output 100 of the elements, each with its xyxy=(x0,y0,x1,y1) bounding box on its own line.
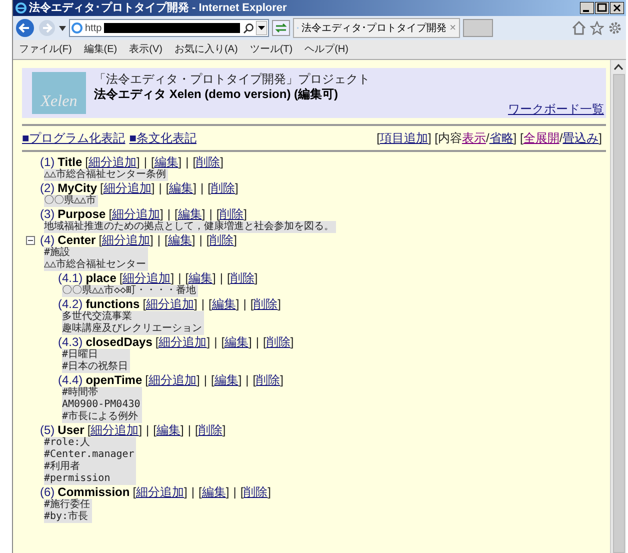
action-link[interactable]: 編集 xyxy=(154,155,178,169)
scroll-up-icon[interactable] xyxy=(614,64,623,70)
bracket-text: [ xyxy=(210,373,214,387)
bracket-text: [ xyxy=(198,485,202,499)
action-link[interactable]: 細分追加 xyxy=(158,335,207,349)
content-line: △△市総合福祉センター条例 xyxy=(44,169,166,181)
action-link[interactable]: 細分追加 xyxy=(112,207,160,221)
bracket-text: ] xyxy=(184,485,188,499)
dropdown-icon[interactable] xyxy=(59,26,66,30)
bracket-text: [ xyxy=(150,155,154,169)
item-number: (4.3) xyxy=(58,335,83,349)
toolbar-text: ] [ xyxy=(513,130,524,147)
toolbar-text: / xyxy=(486,130,490,147)
collapse-toggle-icon[interactable] xyxy=(26,236,35,244)
bracket-text: ] xyxy=(226,485,230,499)
action-link[interactable]: 削除 xyxy=(196,155,220,169)
action-link[interactable]: 編集 xyxy=(178,207,202,221)
action-link[interactable]: 細分追加 xyxy=(88,155,136,169)
separator-text: | xyxy=(209,207,212,221)
action-link[interactable]: 編集 xyxy=(188,271,213,285)
separator-text: | xyxy=(167,207,170,221)
action-link[interactable]: 削除 xyxy=(210,181,235,195)
menu-item[interactable]: ツール(T) xyxy=(250,42,293,57)
toolbar-link[interactable]: 項目追加 xyxy=(380,129,428,147)
dropdown-icon[interactable] xyxy=(256,21,267,35)
action-link[interactable]: 編集 xyxy=(168,233,192,247)
action-link[interactable]: 編集 xyxy=(214,373,238,387)
toolbar-text: ] [内容 xyxy=(428,130,462,147)
home-icon[interactable] xyxy=(572,21,586,35)
action-link[interactable]: 削除 xyxy=(230,271,254,285)
action-link[interactable]: 削除 xyxy=(198,423,222,437)
bracket-text: ] xyxy=(206,335,210,349)
action-link[interactable]: 削除 xyxy=(254,297,278,311)
browser-tab[interactable]: 法令エディタ･プロトタイプ開発 × xyxy=(293,18,460,38)
toolbar-link[interactable]: 表示 xyxy=(462,129,486,147)
view-link[interactable]: ■条文化表記 xyxy=(129,129,196,147)
workboard-link[interactable]: ワークボード一覧 xyxy=(508,102,604,116)
refresh-icon[interactable] xyxy=(272,20,290,36)
scrollbar[interactable] xyxy=(610,60,626,553)
close-icon[interactable] xyxy=(610,2,624,14)
item-number: (1) xyxy=(40,155,55,169)
action-link[interactable]: 削除 xyxy=(244,485,268,499)
toolbar-link[interactable]: 畳込み xyxy=(562,129,599,147)
bracket-text: [ xyxy=(87,423,91,437)
action-link[interactable]: 編集 xyxy=(169,181,194,195)
action-link[interactable]: 細分追加 xyxy=(102,233,150,247)
address-text: http xyxy=(85,22,102,36)
menu-item[interactable]: ファイル(F) xyxy=(19,42,72,57)
menu-item[interactable]: お気に入り(A) xyxy=(174,42,238,57)
bracket-text: [ xyxy=(119,271,123,285)
bracket-text: ] xyxy=(193,181,197,195)
bracket-text: ] xyxy=(236,297,240,311)
action-link[interactable]: 編集 xyxy=(156,423,181,437)
action-link[interactable]: 細分追加 xyxy=(103,181,152,195)
menu-item[interactable]: ヘルプ(H) xyxy=(304,42,348,57)
back-icon[interactable] xyxy=(15,18,35,38)
bracket-text: ] xyxy=(278,297,281,311)
bracket-text: [ xyxy=(216,207,220,221)
content-line: #by:市長 xyxy=(44,511,90,523)
action-link[interactable]: 削除 xyxy=(256,373,280,387)
action-link[interactable]: 編集 xyxy=(202,485,226,499)
content-line: #利用者 xyxy=(44,461,82,473)
browser-logo-icon xyxy=(15,2,27,14)
settings-icon[interactable] xyxy=(608,21,622,35)
bracket-text: [ xyxy=(155,335,159,349)
toolbar-link[interactable]: 全展開 xyxy=(523,129,560,147)
menu-item[interactable]: 表示(V) xyxy=(129,42,162,57)
separator-text: | xyxy=(201,297,204,311)
bracket-text: ] xyxy=(220,155,224,169)
action-link[interactable]: 編集 xyxy=(224,335,249,349)
address-field[interactable]: http xyxy=(69,19,269,37)
action-link[interactable]: 編集 xyxy=(212,297,236,311)
separator-text: | xyxy=(158,181,162,195)
action-link[interactable]: 細分追加 xyxy=(146,297,194,311)
action-link[interactable]: 細分追加 xyxy=(148,373,196,387)
star-icon[interactable] xyxy=(590,21,604,35)
action-link[interactable]: 細分追加 xyxy=(122,271,171,285)
bracket-text: ] xyxy=(192,233,196,247)
bracket-text: ] xyxy=(202,207,206,221)
separator-text: | xyxy=(157,233,160,247)
bracket-text: [ xyxy=(194,423,198,437)
minimize-icon[interactable] xyxy=(580,2,594,14)
content-line: 〇〇県△△市 xyxy=(44,195,96,207)
toolbar-link[interactable]: 省略 xyxy=(489,129,514,147)
menu-item[interactable]: 編集(E) xyxy=(84,42,118,57)
separator-text: | xyxy=(199,233,202,247)
bracket-text: [ xyxy=(166,181,170,195)
action-link[interactable]: 細分追加 xyxy=(136,485,184,499)
action-link[interactable]: 削除 xyxy=(266,335,290,349)
maximize-icon[interactable] xyxy=(595,2,609,14)
action-link[interactable]: 細分追加 xyxy=(90,423,139,437)
content-line: #permission xyxy=(44,473,112,485)
search-icon[interactable] xyxy=(243,22,254,34)
item-name: openTime xyxy=(86,373,142,387)
item-name: Center xyxy=(58,233,96,247)
content-line: 〇〇県△△市◇◇町・・・・番地 xyxy=(62,285,196,297)
action-link[interactable]: 削除 xyxy=(220,207,244,221)
view-link[interactable]: ■プログラム化表記 xyxy=(22,129,126,147)
action-link[interactable]: 削除 xyxy=(210,233,234,247)
scroll-thumb[interactable] xyxy=(612,74,624,553)
